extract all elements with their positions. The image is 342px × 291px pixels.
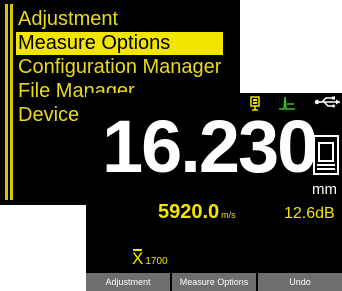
xbar-subscript: 1700 [145,256,168,267]
usb-icon [314,95,342,114]
menu-item-adjustment[interactable]: Adjustment [16,8,223,31]
probe-icon [313,135,339,180]
softkey-adjustment[interactable]: Adjustment [86,273,170,291]
menu-border-line [5,4,8,200]
measurement-display-panel: 16.230 mm 5920.0 m/s 12.6dB X 1700 Adjustm… [86,93,342,291]
softkey-bar: Adjustment Measure Options Undo [86,273,342,291]
menu-border-line [10,4,13,200]
softkey-measure-options[interactable]: Measure Options [172,273,256,291]
xbar-indicator: X 1700 [132,249,168,269]
thickness-unit: mm [312,181,337,198]
gain-reading: 12.6dB [284,205,335,222]
velocity-unit: m/s [221,210,236,220]
softkey-undo[interactable]: Undo [258,273,342,291]
velocity-value: 5920.0 [158,201,220,223]
velocity-reading: 5920.0 m/s [158,201,236,224]
menu-item-configuration-manager[interactable]: Configuration Manager [16,56,223,79]
xbar-symbol: X [132,249,144,268]
menu-item-measure-options[interactable]: Measure Options [16,32,224,55]
thickness-reading: 16.230 [102,105,318,188]
